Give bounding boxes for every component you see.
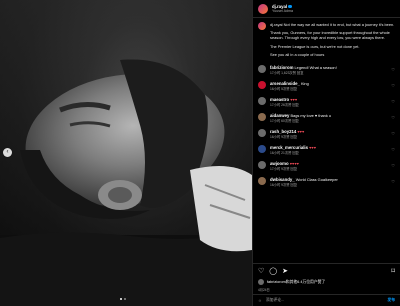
comment-avatar[interactable] (258, 177, 266, 186)
comment-meta[interactable]: 17小时 26次赞 回复 (270, 103, 387, 108)
comment-text: ♥♥♥ (309, 145, 317, 151)
comment-text: Legend! What a season! (294, 65, 337, 71)
comment-icon[interactable]: ◯ (269, 268, 277, 276)
comment-username[interactable]: arsenalinside_ (270, 81, 300, 86)
post-comment-button[interactable]: 发布 (387, 298, 395, 303)
comment-text: World Class Goalkeeper (295, 177, 338, 183)
comment-avatar[interactable] (258, 113, 266, 122)
comment-input[interactable]: 添加评论... (266, 298, 284, 303)
comment-avatar[interactable] (258, 81, 266, 90)
comment-text: ♥♥♥♥ (289, 161, 299, 167)
comment-row: merck_mercurialis ♥♥♥ 16小时 21次赞 回复 ♡ (258, 145, 395, 156)
comment-text: ♥♥♥ (297, 129, 305, 135)
comment-avatar[interactable] (258, 129, 266, 138)
liker-avatar (258, 279, 264, 285)
caption-avatar[interactable] (258, 22, 266, 30)
comment-username[interactable]: awjoomo (270, 161, 289, 166)
comment-meta[interactable]: 16小时 21次赞 回复 (270, 151, 387, 156)
caption-line: Thank you, Gunners, for your incredible … (270, 30, 390, 41)
post-actions: ♡ ◯ ➤ ⌑ fabriziorom和其他6.4万位用户赞了 4月24日 (253, 263, 400, 294)
caption-line: The Premier League is ours, but we're no… (270, 43, 360, 49)
comment-row: dwbisandy_ World Class Goalkeeper 16小时 9… (258, 177, 395, 188)
like-comment-icon[interactable]: ♡ (391, 115, 395, 120)
author-subtitle: Yuusei Adma (272, 8, 293, 13)
like-comment-icon[interactable]: ♡ (391, 83, 395, 88)
like-comment-icon[interactable]: ♡ (391, 99, 395, 104)
like-comment-icon[interactable]: ♡ (391, 67, 395, 72)
comment-meta[interactable]: 16小时 9次赞 回复 (270, 135, 387, 140)
like-icon[interactable]: ♡ (258, 268, 264, 276)
player-photo-illustration (0, 0, 252, 306)
comment-username[interactable]: fabriziorom (270, 65, 293, 70)
likes-summary[interactable]: fabriziorom和其他6.4万位用户赞了 (258, 279, 395, 285)
comment-row: arsenalinside_ King 16小时 5次赞 回复 ♡ (258, 81, 395, 92)
comment-avatar[interactable] (258, 97, 266, 106)
comment-row: rash_boy214 ♥♥♥ 16小时 9次赞 回复 ♡ (258, 129, 395, 140)
caption-line: dj.rayal Not the way we all wanted it to… (270, 22, 395, 27)
post-header: dj.rayal Yuusei Adma (253, 0, 400, 18)
comment-avatar[interactable] (258, 145, 266, 154)
carousel-dot (120, 298, 122, 300)
comments-list[interactable]: dj.rayal Not the way we all wanted it to… (253, 18, 400, 263)
like-comment-icon[interactable]: ♡ (391, 163, 395, 168)
post-date: 4月24日 (258, 288, 270, 292)
comment-row: maeastro ♥♥♥ 17小时 26次赞 回复 ♡ (258, 97, 395, 108)
comment-text: King (300, 81, 309, 87)
carousel-indicator (120, 298, 126, 300)
comment-meta[interactable]: 16小时 9次赞 回复 (270, 183, 387, 188)
bookmark-icon[interactable]: ⌑ (391, 268, 395, 276)
emoji-icon[interactable]: ☺ (258, 299, 262, 303)
post-caption: dj.rayal Not the way we all wanted it to… (258, 22, 395, 60)
comment-username[interactable]: merck_mercurialis (270, 145, 308, 150)
likes-text: fabriziorom和其他6.4万位用户赞了 (267, 279, 326, 284)
like-comment-icon[interactable]: ♡ (391, 147, 395, 152)
comment-username[interactable]: rash_boy214 (270, 129, 296, 134)
comment-row: fabriziorom Legend! What a season! 17小时 … (258, 65, 395, 76)
comment-row: aidanwey Bags my love ♥ thank u 17小时 60次… (258, 113, 395, 124)
add-comment-bar: ☺ 添加评论... 发布 (253, 294, 400, 306)
post-photo: ‹ (0, 0, 252, 306)
comment-username[interactable]: aidanwey (270, 113, 289, 118)
comment-username[interactable]: dwbisandy_ (270, 177, 295, 182)
previous-image-button[interactable]: ‹ (3, 148, 12, 157)
comment-text: Bags my love ♥ thank u (290, 113, 332, 119)
comment-row: awjoomo ♥♥♥♥ 17小时 9次赞 回复 ♡ (258, 161, 395, 172)
carousel-dot (124, 298, 126, 300)
comment-meta[interactable]: 17小时 9次赞 回复 (270, 167, 387, 172)
comment-meta[interactable]: 17小时 1,623次赞 回复 (270, 71, 387, 76)
post-viewer: ‹ dj.rayal Yuusei Adma dj.rayal Not the … (0, 0, 400, 306)
comment-meta[interactable]: 16小时 5次赞 回复 (270, 87, 387, 92)
like-comment-icon[interactable]: ♡ (391, 131, 395, 136)
author-avatar[interactable] (258, 3, 268, 14)
like-comment-icon[interactable]: ♡ (391, 179, 395, 184)
comment-avatar[interactable] (258, 161, 266, 170)
caption-line: See you all in a couple of hours (270, 51, 325, 57)
share-icon[interactable]: ➤ (282, 268, 288, 276)
post-side-panel: dj.rayal Yuusei Adma dj.rayal Not the wa… (252, 0, 400, 306)
comment-meta[interactable]: 17小时 60次赞 回复 (270, 119, 387, 124)
comment-avatar[interactable] (258, 65, 266, 74)
comment-username[interactable]: maeastro (270, 97, 289, 102)
comment-text: ♥♥♥ (290, 97, 298, 103)
